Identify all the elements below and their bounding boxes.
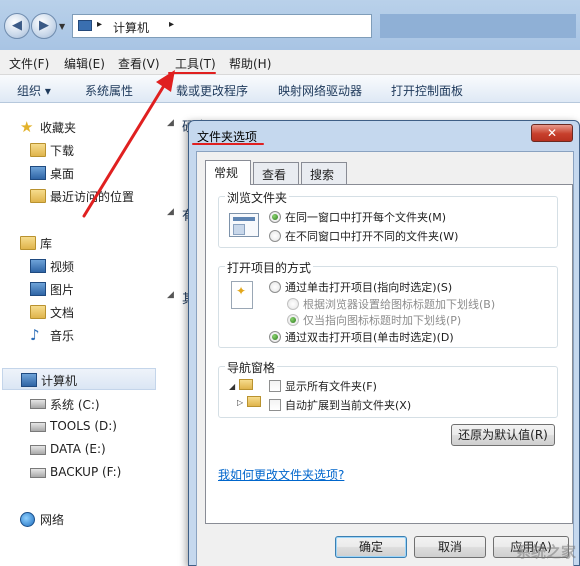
radio-new-window[interactable]: 在不同窗口中打开不同的文件夹(W)	[269, 228, 458, 244]
radio-button[interactable]	[287, 298, 299, 310]
radio-button[interactable]	[269, 331, 281, 343]
pointer-click-icon	[231, 281, 253, 309]
tree-collapse-icon: ▷	[237, 398, 244, 407]
option-label: 通过双击打开项目(单击时选定)(D)	[285, 331, 454, 344]
option-label: 仅当指向图标标题时加下划线(P)	[303, 314, 462, 327]
option-label: 根据浏览器设置给图标标题加下划线(B)	[303, 298, 496, 311]
folder-icon	[239, 379, 253, 390]
option-label: 在不同窗口中打开不同的文件夹(W)	[285, 230, 459, 243]
option-label: 通过单击打开项目(指向时选定)(S)	[285, 281, 453, 294]
watermark: 系统之家	[515, 543, 576, 561]
window-icon	[229, 213, 259, 237]
group-title: 浏览文件夹	[225, 189, 290, 206]
radio-same-window[interactable]: 在同一窗口中打开每个文件夹(M)	[269, 209, 446, 225]
close-button[interactable]: ✕	[531, 124, 573, 142]
checkbox-show-all-folders[interactable]: 显示所有文件夹(F)	[269, 378, 377, 394]
option-label: 在同一窗口中打开每个文件夹(M)	[285, 211, 447, 224]
radio-underline-browser[interactable]: 根据浏览器设置给图标标题加下划线(B)	[287, 296, 495, 312]
option-label: 显示所有文件夹(F)	[285, 380, 377, 393]
radio-button[interactable]	[269, 281, 281, 293]
click-items-group: 打开项目的方式 通过单击打开项目(指向时选定)(S) 根据浏览器设置给图标标题加…	[218, 259, 558, 348]
radio-button[interactable]	[287, 314, 299, 326]
help-link[interactable]: 我如何更改文件夹选项?	[218, 466, 344, 483]
ok-button[interactable]: 确定	[335, 536, 407, 558]
tab-search[interactable]: 搜索	[301, 162, 347, 184]
folder-icon	[247, 396, 261, 407]
group-title: 导航窗格	[225, 359, 278, 376]
radio-button[interactable]	[269, 230, 281, 242]
cancel-button[interactable]: 取消	[414, 536, 486, 558]
navigation-pane-group: 导航窗格 ◢ ▷ 显示所有文件夹(F) 自动扩展到当前文件夹(X)	[218, 359, 558, 418]
option-label: 自动扩展到当前文件夹(X)	[285, 399, 412, 412]
radio-double-click[interactable]: 通过双击打开项目(单击时选定)(D)	[269, 329, 454, 345]
tab-view[interactable]: 查看	[253, 162, 299, 184]
tab-general[interactable]: 常规	[205, 160, 251, 185]
checkbox[interactable]	[269, 380, 281, 392]
restore-defaults-button[interactable]: 还原为默认值(R)	[451, 424, 555, 446]
radio-button[interactable]	[269, 211, 281, 223]
annotation-underline	[192, 143, 264, 145]
browse-folders-group: 浏览文件夹 在同一窗口中打开每个文件夹(M) 在不同窗口中打开不同的文件夹(W)	[218, 189, 558, 248]
radio-underline-hover[interactable]: 仅当指向图标标题时加下划线(P)	[287, 312, 461, 328]
radio-single-click[interactable]: 通过单击打开项目(指向时选定)(S)	[269, 279, 452, 295]
checkbox-auto-expand[interactable]: 自动扩展到当前文件夹(X)	[269, 397, 411, 413]
checkbox[interactable]	[269, 399, 281, 411]
close-icon: ✕	[546, 126, 558, 140]
tree-expand-icon: ◢	[229, 382, 236, 391]
group-title: 打开项目的方式	[225, 259, 314, 276]
